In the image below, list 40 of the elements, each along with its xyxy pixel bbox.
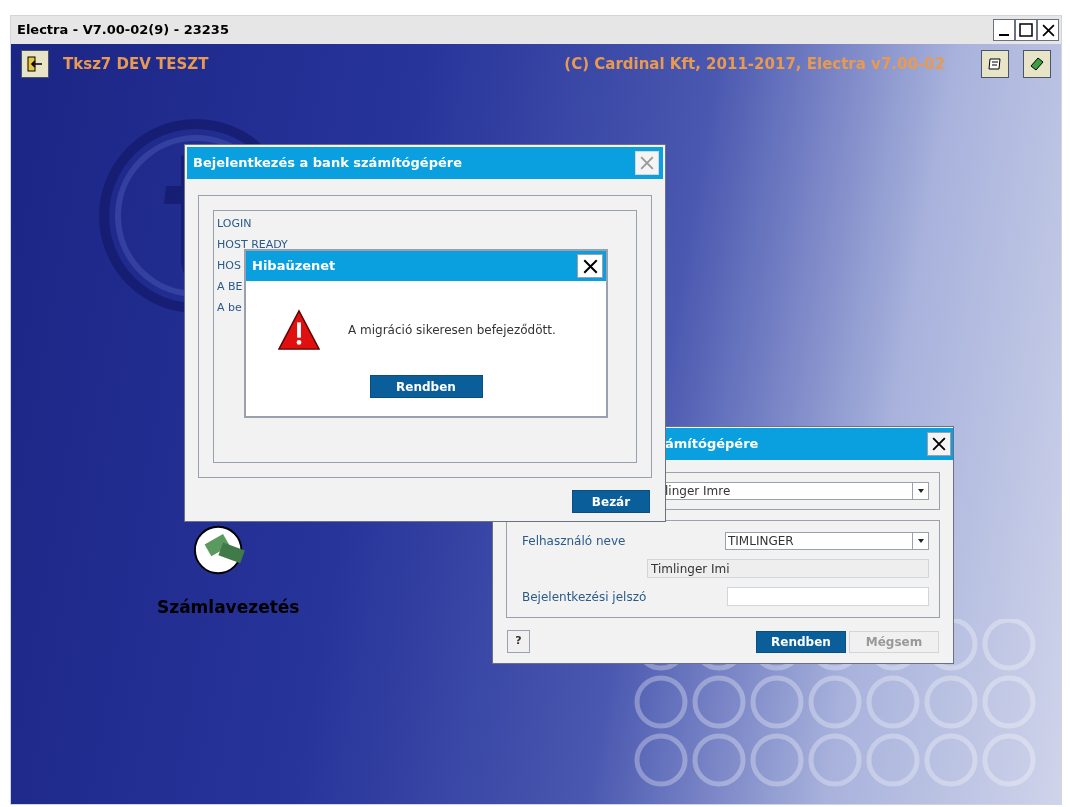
- copyright-text: (C) Cardinal Kft, 2011-2017, Electra v7.00-02: [564, 53, 945, 75]
- help-button[interactable]: ?: [507, 630, 530, 653]
- maximize-icon: [1019, 23, 1033, 37]
- password-field[interactable]: [727, 587, 929, 606]
- log-line: A be: [217, 300, 242, 316]
- caret-icon: [917, 489, 924, 493]
- dialog-title: Hibaüzenet: [252, 257, 337, 276]
- warning-icon: [278, 309, 320, 351]
- close-button[interactable]: [1037, 19, 1059, 41]
- dialog-close-button[interactable]: [927, 432, 951, 456]
- log-line: LOGIN: [217, 216, 252, 232]
- dialog-title: ámítógépére: [665, 435, 760, 454]
- close-icon: [582, 258, 598, 274]
- help-book-button[interactable]: [1023, 50, 1051, 78]
- window-title: Electra - V7.00-02(9) - 23235: [17, 21, 230, 40]
- log-line: HOST READY: [217, 237, 288, 253]
- caret-icon: [917, 539, 924, 543]
- header-title: Tksz7 DEV TESZT: [63, 53, 210, 75]
- field-label: Felhasználó neve: [522, 533, 627, 550]
- log-line: A BE: [217, 279, 243, 295]
- log-line: HOS: [217, 258, 241, 274]
- dialog-button[interactable]: Rendben: [756, 630, 846, 653]
- dialog-close-button[interactable]: [577, 254, 603, 278]
- bank-select[interactable]: linger Imre: [663, 482, 929, 500]
- field-label: Bejelentkezési jelszó: [522, 588, 648, 606]
- user-select[interactable]: TIMLINGER: [725, 532, 929, 550]
- close-icon: [932, 437, 946, 451]
- phone-book-button[interactable]: [981, 50, 1009, 78]
- full-name-field: Timlinger Imi: [647, 559, 929, 578]
- close-dialog-button[interactable]: Bezár: [572, 490, 650, 513]
- exit-arrow-icon: [27, 56, 43, 72]
- dialog-title: Bejelentkezés a bank számítógépére: [193, 154, 463, 173]
- minimize-icon: [999, 34, 1009, 36]
- close-icon: [640, 156, 654, 170]
- minimize-button[interactable]: [993, 19, 1015, 41]
- error-message: A migráció sikeresen befejeződött.: [348, 322, 556, 339]
- maximize-button[interactable]: [1015, 19, 1037, 41]
- close-icon: [1041, 23, 1055, 37]
- exit-button[interactable]: [21, 50, 49, 78]
- ok-button[interactable]: Rendben: [369, 375, 483, 398]
